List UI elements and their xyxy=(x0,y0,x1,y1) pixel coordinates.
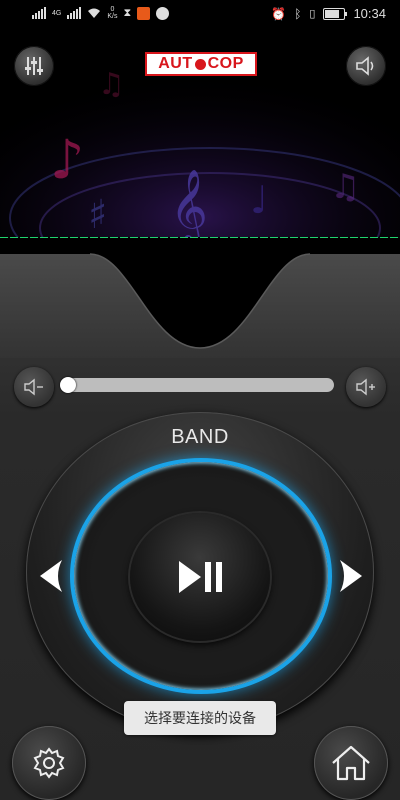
volume-down-button[interactable] xyxy=(14,367,54,407)
cell-signal-icon xyxy=(32,7,46,19)
vibrate-icon: ▯ xyxy=(309,8,316,20)
svg-text:𝄞: 𝄞 xyxy=(170,170,208,238)
volume-down-icon xyxy=(24,378,43,396)
speaker-button[interactable] xyxy=(346,46,386,86)
autocop-logo: AUT COP xyxy=(145,52,257,76)
volume-up-icon xyxy=(356,378,375,396)
play-pause-icon xyxy=(179,561,222,593)
band-button[interactable]: BAND xyxy=(0,426,400,449)
volume-slider-thumb[interactable] xyxy=(60,377,76,393)
net-speed-unit: K/s xyxy=(107,13,118,20)
next-button[interactable] xyxy=(334,556,370,596)
logo-text-left: AUT xyxy=(158,55,193,72)
equalizer-button[interactable] xyxy=(14,46,54,86)
logo-text-right: COP xyxy=(207,55,244,72)
clock: 10:34 xyxy=(353,6,386,21)
panel-notch xyxy=(0,238,400,358)
equalizer-icon xyxy=(25,57,43,75)
network-type: 4G xyxy=(52,9,62,17)
previous-button[interactable] xyxy=(32,556,68,596)
cell-signal-2-icon xyxy=(67,7,82,19)
alarm-icon: ⏰ xyxy=(271,6,287,21)
svg-text:♪: ♪ xyxy=(50,128,84,191)
home-button[interactable] xyxy=(314,726,388,800)
play-pause-button[interactable] xyxy=(130,513,270,641)
connect-device-toast: 选择要连接的设备 xyxy=(124,701,276,735)
app-notification-icon xyxy=(137,6,151,20)
settings-button[interactable] xyxy=(12,726,86,800)
net-speed-value: 0 xyxy=(110,6,115,13)
gear-icon xyxy=(33,747,65,779)
chevron-right-icon xyxy=(340,560,362,592)
svg-text:♯: ♯ xyxy=(88,192,107,238)
bluetooth-icon: ᛒ xyxy=(294,6,302,21)
volume-up-button[interactable] xyxy=(346,367,386,407)
logo-dot xyxy=(194,58,206,70)
net-speed: 0 K/s xyxy=(107,6,117,20)
volume-slider[interactable] xyxy=(60,377,334,393)
speaker-icon xyxy=(356,56,374,76)
hourglass-icon: ⧗ xyxy=(123,6,132,19)
svg-text:♩: ♩ xyxy=(250,178,268,222)
wifi-icon xyxy=(88,8,101,18)
status-bar: 4G 0 K/s ⧗ ⏰ ᛒ ▯ 10:34 xyxy=(0,0,400,28)
battery-icon xyxy=(323,7,348,20)
home-icon xyxy=(332,745,370,781)
notification-icon xyxy=(156,6,170,20)
svg-text:♫: ♫ xyxy=(330,167,360,207)
svg-text:♫: ♫ xyxy=(98,67,125,102)
chevron-left-icon xyxy=(40,560,62,592)
